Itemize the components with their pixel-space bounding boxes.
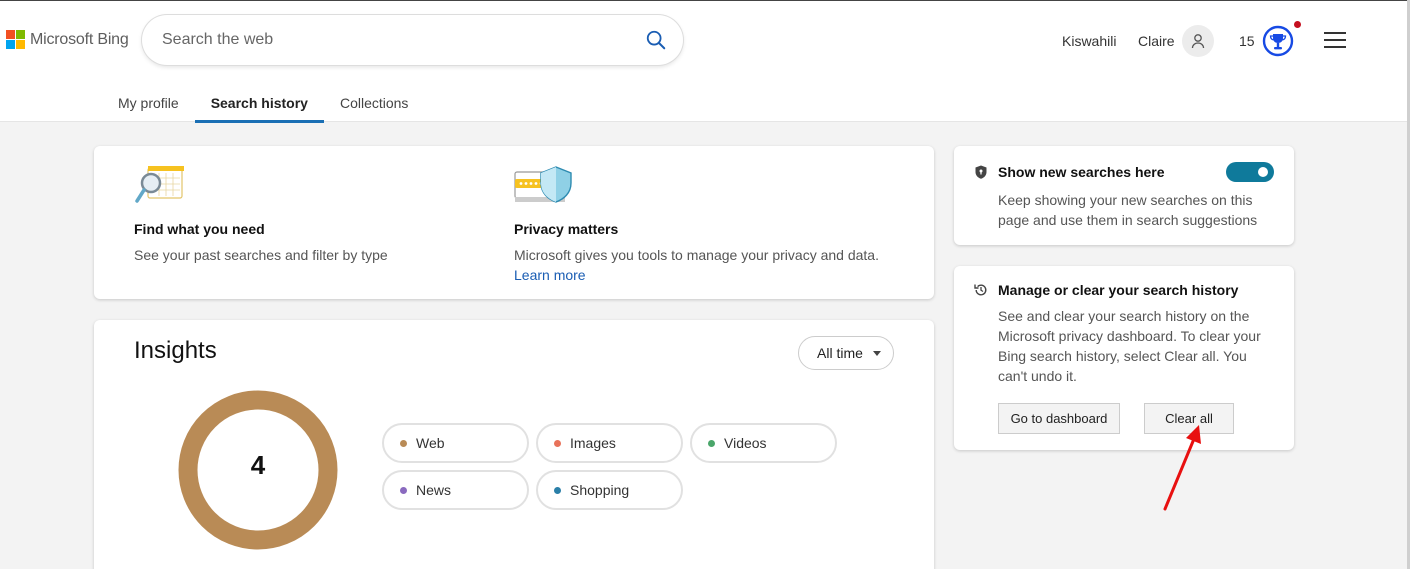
search-box (142, 15, 683, 65)
filter-chip-web[interactable]: Web (382, 423, 529, 463)
tab-my-profile[interactable]: My profile (102, 85, 195, 123)
search-input[interactable] (162, 27, 622, 53)
insights-card: Insights All time 4 Web Images Videos Ne… (94, 320, 934, 569)
search-total-count: 4 (250, 450, 266, 480)
rewards-points[interactable]: 15 (1239, 33, 1255, 49)
privacy-shield-icon (514, 166, 572, 203)
insights-title: Insights (134, 337, 217, 364)
show-new-title: Show new searches here (998, 164, 1165, 180)
chip-label: Shopping (570, 482, 630, 498)
chip-label: Videos (724, 435, 767, 451)
hamburger-menu-icon[interactable] (1324, 32, 1346, 48)
privacy-desc: Microsoft gives you tools to manage your… (514, 247, 879, 263)
tab-search-history[interactable]: Search history (194, 85, 324, 123)
privacy-title: Privacy matters (514, 221, 619, 237)
chip-label: News (416, 482, 452, 498)
bing-logo[interactable]: Microsoft Bing (6, 30, 129, 49)
language-link[interactable]: Kiswahili (1062, 33, 1116, 49)
chevron-down-icon (872, 350, 881, 356)
chip-label: Images (570, 435, 616, 451)
search-icon[interactable] (645, 29, 667, 51)
toggle-knob (1258, 167, 1268, 177)
find-title: Find what you need (134, 221, 265, 237)
filter-chip-videos[interactable]: Videos (690, 423, 837, 463)
find-section: Find what you need See your past searche… (134, 164, 388, 265)
top-bar: Microsoft Bing Kiswahili Claire 15 My pr… (0, 0, 1410, 123)
rewards-trophy-icon[interactable] (1262, 25, 1294, 57)
magnifier-calendar-icon (135, 166, 184, 203)
user-icon (1191, 34, 1205, 49)
show-new-header: Show new searches here (974, 164, 1165, 180)
show-new-searches-toggle[interactable] (1226, 162, 1274, 182)
images-dot (554, 439, 561, 447)
find-desc: See your past searches and filter by typ… (134, 247, 388, 263)
microsoft-logo-icon (6, 30, 25, 49)
filter-chip-news[interactable]: News (382, 470, 529, 510)
brand-name: Microsoft Bing (30, 30, 129, 48)
manage-history-card: Manage or clear your search history See … (954, 266, 1294, 450)
shopping-dot (554, 486, 561, 494)
red-arrow-annotation (1163, 425, 1201, 511)
filter-chip-shopping[interactable]: Shopping (536, 470, 683, 510)
history-icon (974, 284, 987, 296)
shield-icon (975, 165, 987, 179)
time-filter-dropdown[interactable]: All time (798, 336, 894, 370)
show-new-desc: Keep showing your new searches on this p… (998, 192, 1258, 228)
show-new-searches-card: Show new searches here Keep showing your… (954, 146, 1294, 245)
videos-dot (708, 439, 715, 447)
chip-label: Web (416, 435, 445, 451)
tab-collections[interactable]: Collections (324, 85, 424, 123)
profile-tabs: My profile Search history Collections (102, 85, 424, 123)
notification-dot (1294, 21, 1301, 28)
go-to-dashboard-button[interactable]: Go to dashboard (998, 403, 1120, 434)
news-dot (400, 486, 407, 494)
manage-title: Manage or clear your search history (998, 282, 1239, 298)
user-name[interactable]: Claire (1138, 33, 1175, 49)
intro-card: Find what you need See your past searche… (94, 146, 934, 299)
manage-desc: See and clear your search history on the… (998, 308, 1261, 384)
learn-more-link[interactable]: Learn more (514, 265, 879, 285)
privacy-section: Privacy matters Microsoft gives you tool… (514, 164, 879, 285)
time-filter-value: All time (817, 345, 863, 361)
manage-header: Manage or clear your search history (974, 282, 1238, 298)
avatar[interactable] (1182, 25, 1214, 57)
filter-chip-images[interactable]: Images (536, 423, 683, 463)
web-dot (400, 439, 407, 447)
